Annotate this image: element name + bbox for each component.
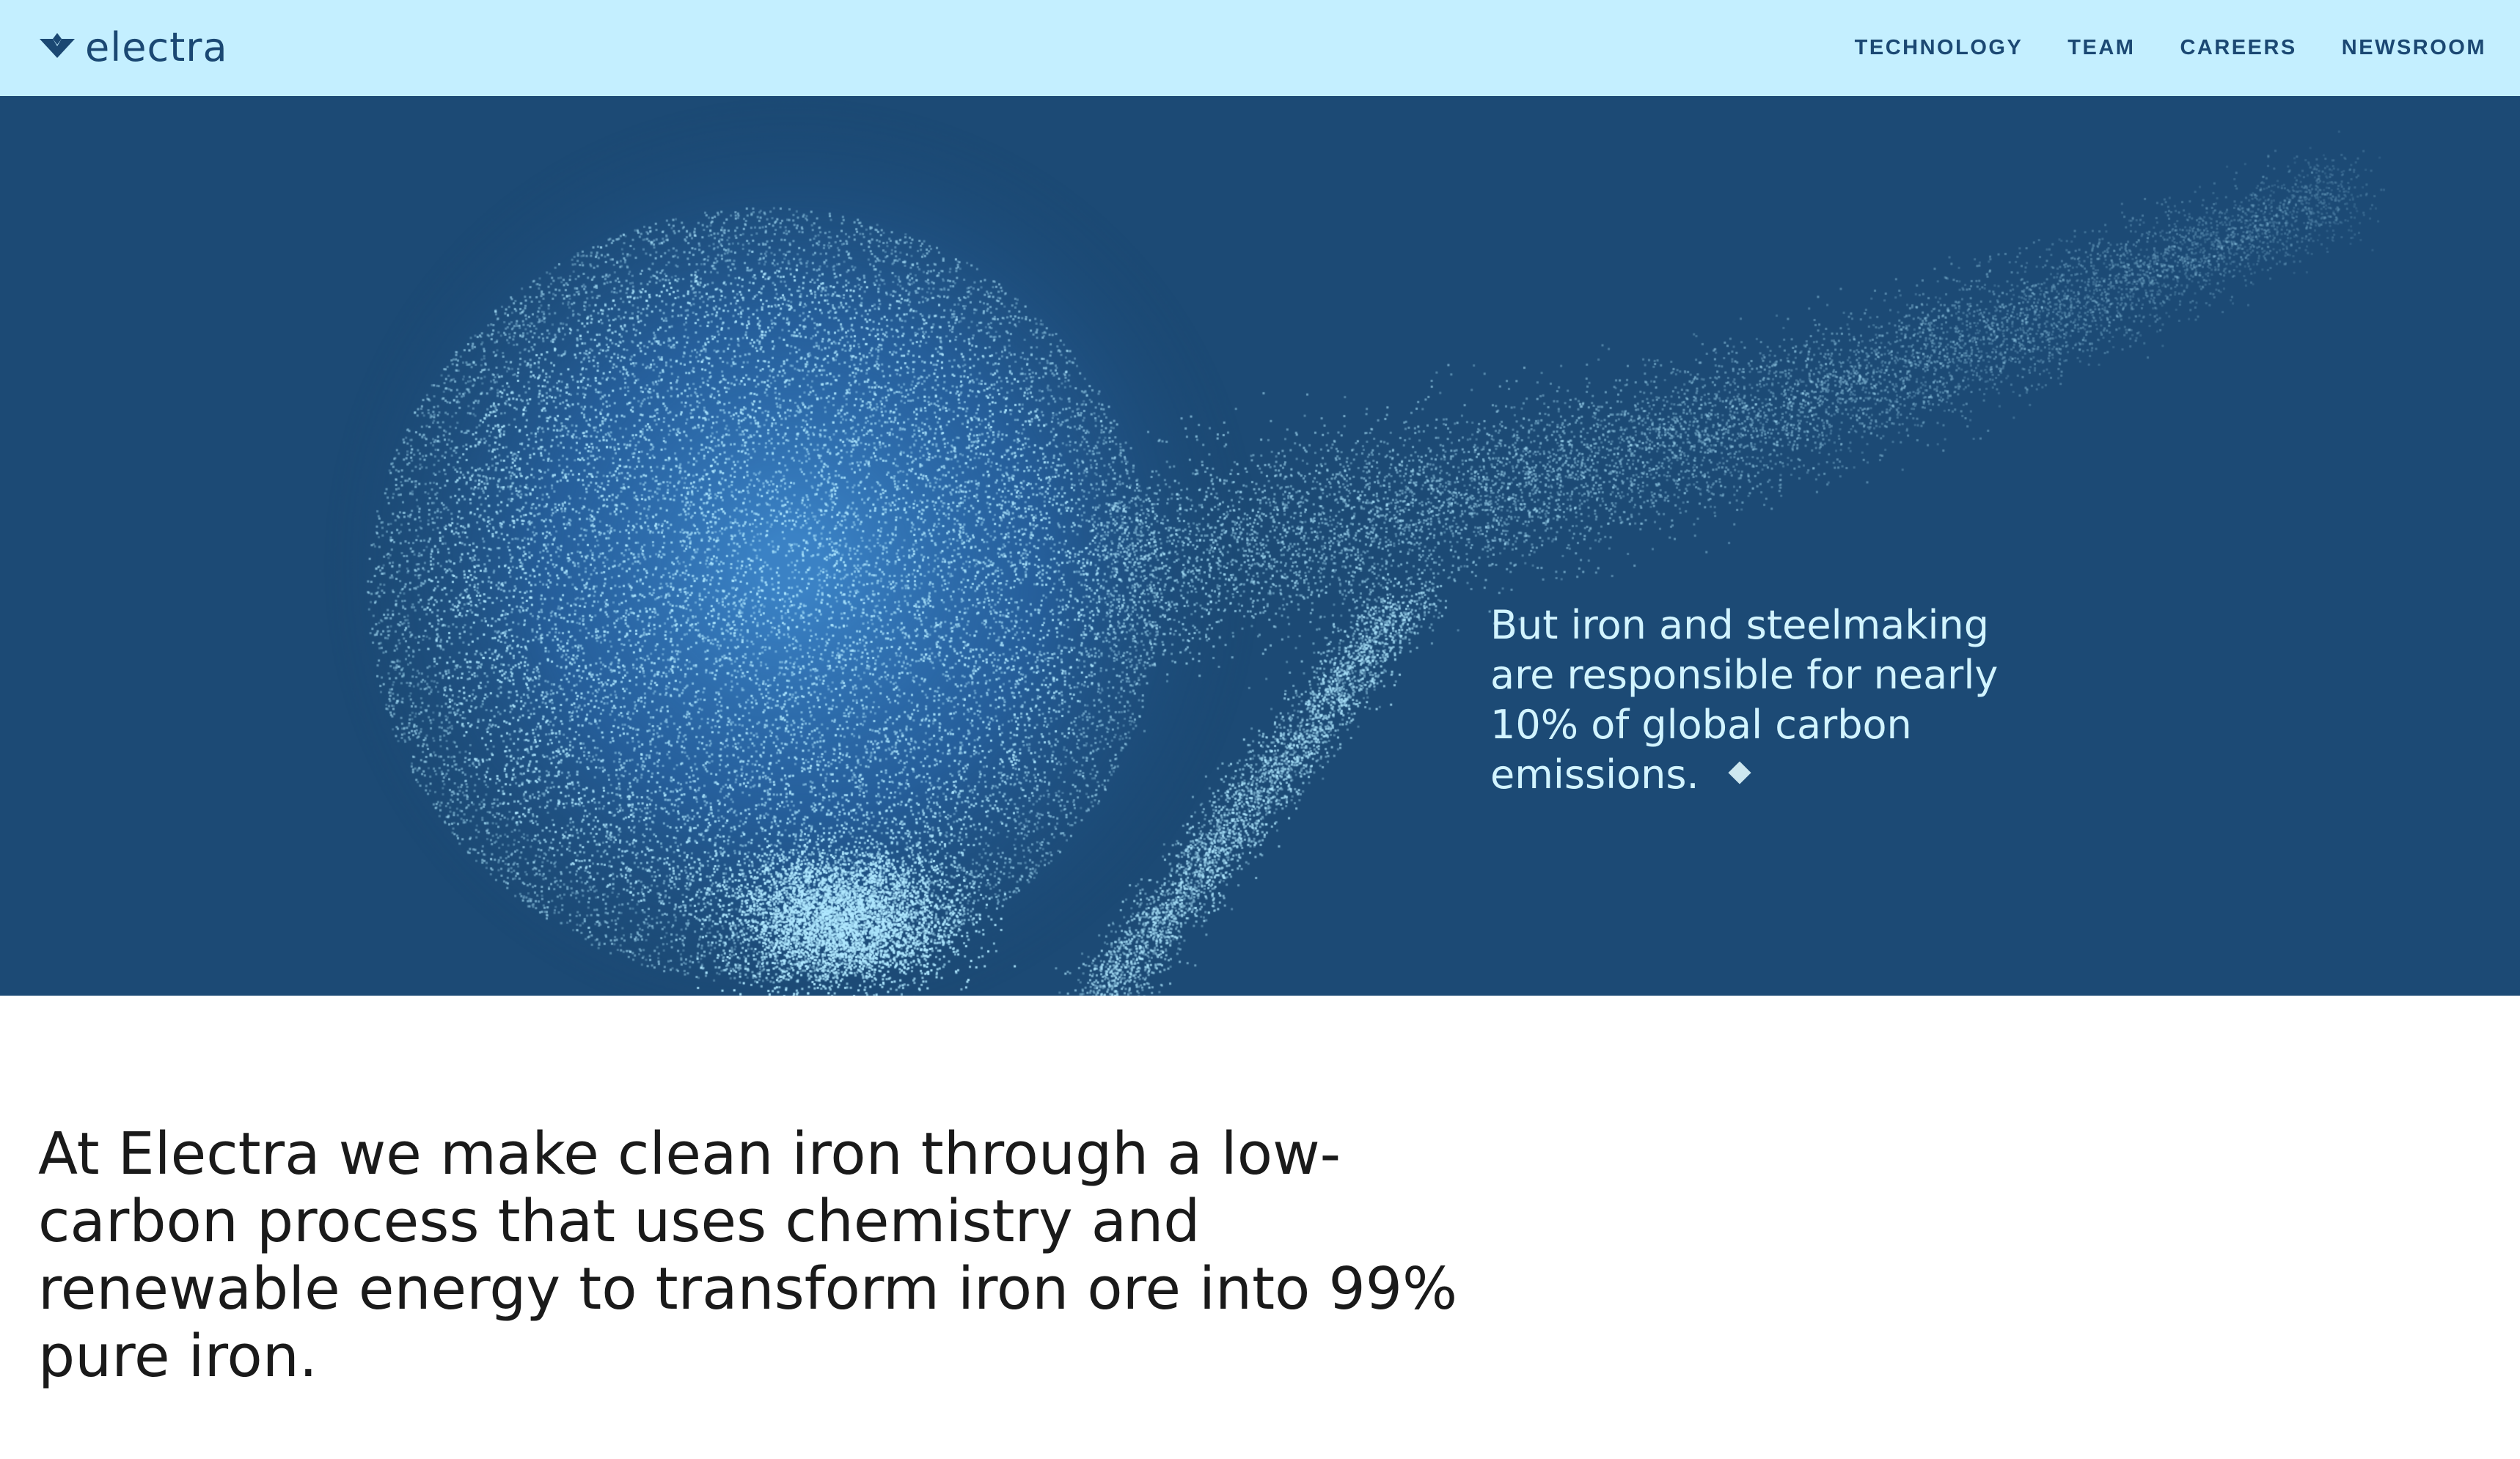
nav-link-careers[interactable]: CAREERS [2180,36,2296,60]
main-nav: TECHNOLOGY TEAM CAREERS NEWSROOM [1855,0,2486,96]
top-navigation-bar: electra TECHNOLOGY TEAM CAREERS NEWSROOM [0,0,2520,96]
mission-statement: At Electra we make clean iron through a … [38,1120,1458,1390]
electra-logo-link[interactable]: electra [38,22,228,73]
particle-globe-illustration [0,96,2520,996]
diamond-icon [1728,761,1751,784]
nav-link-technology[interactable]: TECHNOLOGY [1855,36,2023,60]
hero-statement: But iron and steelmaking are responsible… [1490,600,2062,800]
hero-section: But iron and steelmaking are responsible… [0,96,2520,996]
nav-link-team[interactable]: TEAM [2067,36,2135,60]
logo-wordmark: electra [85,24,228,70]
electra-leaf-icon [40,33,75,58]
nav-link-newsroom[interactable]: NEWSROOM [2342,36,2486,60]
